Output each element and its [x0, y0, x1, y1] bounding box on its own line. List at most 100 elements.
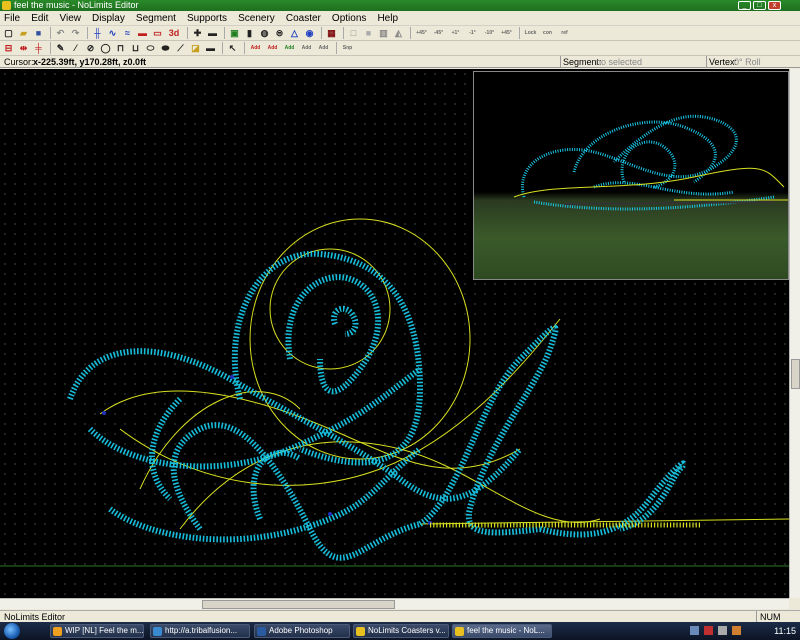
dish-icon[interactable]: ◍ — [258, 27, 271, 40]
track-cross-icon[interactable]: ╪ — [32, 42, 45, 55]
network-icon[interactable] — [690, 626, 699, 635]
main-toolbar: ▢ ▰ ■ ↶ ↷ ╫ ∿ ≈ ▬ ▭ 3d ✚ ▬ ▣ ▮ ◍ ⊜ △ ◉ ▦… — [0, 26, 800, 41]
rotate-minus10-button[interactable]: -10° — [482, 27, 497, 40]
add-link-button[interactable]: Add — [265, 42, 280, 55]
nolimits-editor-icon — [455, 627, 464, 636]
menu-edit[interactable]: Edit — [27, 11, 52, 26]
remove-vertex-icon[interactable]: ▬ — [206, 27, 219, 40]
task-tribalfusion[interactable]: http://a.tribalfusion... — [150, 624, 250, 638]
horizontal-scrollbar[interactable] — [0, 598, 789, 609]
vertex-label: Vertex: — [706, 56, 737, 68]
add-tri-button[interactable]: Add — [299, 42, 314, 55]
rotate-plus45-button[interactable]: +45° — [414, 27, 429, 40]
redo-icon[interactable]: ↷ — [69, 27, 82, 40]
maximize-button[interactable]: □ — [753, 1, 766, 10]
window-title: feel the music - NoLimits Editor — [14, 0, 139, 10]
app-icon — [2, 1, 11, 10]
menu-options[interactable]: Options — [328, 11, 370, 26]
menu-coaster[interactable]: Coaster — [282, 11, 325, 26]
bar-icon[interactable]: ▬ — [204, 42, 217, 55]
task-photoshop[interactable]: Adobe Photoshop — [254, 624, 350, 638]
menu-file[interactable]: File — [0, 11, 24, 26]
info-bar: Cursor: x-225.39ft, y170.28ft, z0.0ft Se… — [0, 56, 800, 68]
globe-icon[interactable]: ◉ — [303, 27, 316, 40]
menu-supports[interactable]: Supports — [183, 11, 231, 26]
select-arrow-icon[interactable]: ↖ — [226, 42, 239, 55]
cursor-label: Cursor: — [4, 57, 34, 67]
title-bar: feel the music - NoLimits Editor _ □ x — [0, 0, 800, 11]
rail-icon[interactable]: ⊟ — [2, 42, 15, 55]
column-icon[interactable]: ▥ — [377, 27, 390, 40]
wave2-icon[interactable]: ≈ — [121, 27, 134, 40]
undo-icon[interactable]: ↶ — [54, 27, 67, 40]
nolimits-icon — [356, 627, 365, 636]
menu-display[interactable]: Display — [88, 11, 129, 26]
open-file-icon[interactable]: ▰ — [17, 27, 30, 40]
save-icon[interactable]: ■ — [32, 27, 45, 40]
rotate-minus45-button[interactable]: -45° — [431, 27, 446, 40]
add-person-button[interactable]: Add — [316, 42, 331, 55]
gray-square-icon[interactable]: ■ — [362, 27, 375, 40]
security-icon[interactable] — [704, 626, 713, 635]
rotate-plus1-button[interactable]: +1° — [448, 27, 463, 40]
task-editor[interactable]: feel the music - NoL... — [452, 624, 552, 638]
firefox-icon — [53, 627, 62, 636]
brush-icon[interactable]: ⁄ — [69, 42, 82, 55]
track-segment-icon[interactable]: ╫ — [91, 27, 104, 40]
cylinder2-icon[interactable]: ⊔ — [129, 42, 142, 55]
taskbar: WIP [NL] Feel the m... http://a.tribalfu… — [0, 622, 800, 640]
rotate-minus1-button[interactable]: -1° — [465, 27, 480, 40]
status-bar: NoLimits Editor NUM — [0, 610, 800, 623]
new-file-icon[interactable]: ▢ — [2, 27, 15, 40]
photoshop-icon — [257, 627, 266, 636]
horizontal-scroll-thumb[interactable] — [202, 600, 395, 609]
menu-segment[interactable]: Segment — [132, 11, 180, 26]
task-wip-forum[interactable]: WIP [NL] Feel the m... — [50, 624, 144, 638]
add-green-button[interactable]: Add — [282, 42, 297, 55]
cursor-value: x-225.39ft, y170.28ft, z0.0ft — [33, 57, 147, 67]
3d-preview-pane[interactable] — [473, 71, 789, 280]
task-nolimits-coasters[interactable]: NoLimits Coasters v... — [353, 624, 449, 638]
snap-button[interactable]: Snp — [340, 42, 355, 55]
menu-scenery[interactable]: Scenery — [234, 11, 279, 26]
segment-value: no selected — [596, 57, 643, 67]
pencil-icon[interactable]: ✎ — [54, 42, 67, 55]
menu-view[interactable]: View — [55, 11, 85, 26]
clock[interactable]: 11:15 — [774, 622, 796, 640]
ramp-icon[interactable]: ◪ — [189, 42, 202, 55]
pause-icon[interactable]: ⊜ — [273, 27, 286, 40]
con-roll-button[interactable]: con — [540, 27, 555, 40]
view-3d-button[interactable]: 3d — [166, 27, 182, 40]
rotate-plus45b-button[interactable]: +45° — [499, 27, 514, 40]
triangle-icon[interactable]: ◭ — [392, 27, 405, 40]
add-red-button[interactable]: Add — [248, 42, 263, 55]
lock-button[interactable]: Lock — [523, 27, 538, 40]
disc-icon[interactable]: ⬭ — [144, 42, 157, 55]
menu-bar: File Edit View Display Segment Supports … — [0, 11, 800, 26]
start-button[interactable] — [4, 623, 20, 639]
preview-render — [513, 114, 788, 211]
add-vertex-icon[interactable]: ✚ — [191, 27, 204, 40]
vertical-scroll-thumb[interactable] — [791, 359, 800, 389]
minimize-button[interactable]: _ — [738, 1, 751, 10]
menu-help[interactable]: Help — [373, 11, 402, 26]
ref-roll-button[interactable]: ref — [557, 27, 572, 40]
ring-icon[interactable]: ◯ — [99, 42, 112, 55]
wave-icon[interactable]: ∿ — [106, 27, 119, 40]
speaker-icon[interactable] — [732, 626, 741, 635]
warning-icon[interactable]: △ — [288, 27, 301, 40]
brake-icon[interactable]: ▭ — [151, 27, 164, 40]
green-board-icon[interactable]: ▣ — [228, 27, 241, 40]
dark-panel-icon[interactable]: ▦ — [325, 27, 338, 40]
traffic-light-icon[interactable]: ▮ — [243, 27, 256, 40]
vertical-scrollbar[interactable] — [789, 69, 800, 598]
close-button[interactable]: x — [768, 1, 781, 10]
disc2-icon[interactable]: ⬬ — [159, 42, 172, 55]
cylinder-icon[interactable]: ⊓ — [114, 42, 127, 55]
chain-icon[interactable]: ⇹ — [17, 42, 30, 55]
volume-icon[interactable] — [718, 626, 727, 635]
station-icon[interactable]: ▬ — [136, 27, 149, 40]
slope-icon[interactable]: ⟋ — [174, 42, 187, 55]
tube-icon[interactable]: ⊘ — [84, 42, 97, 55]
grid-square-icon[interactable]: □ — [347, 27, 360, 40]
